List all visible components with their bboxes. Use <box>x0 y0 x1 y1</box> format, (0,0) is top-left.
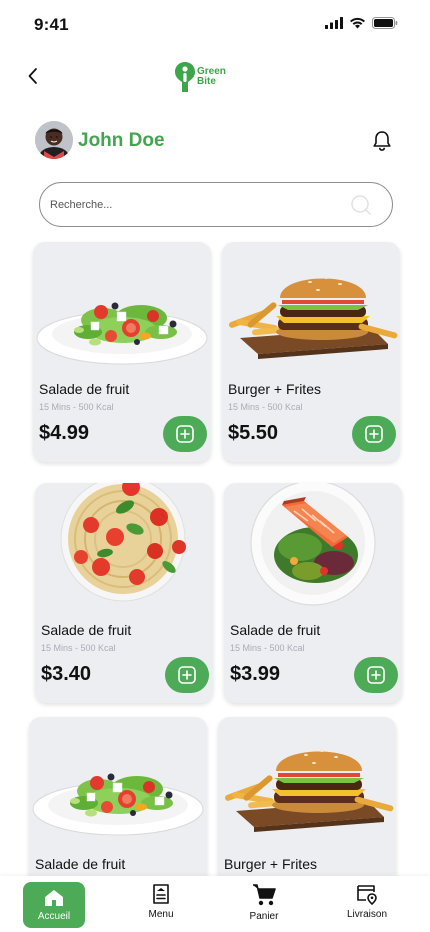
bottom-tab-bar: Accueil Menu Panier Livraison <box>0 876 430 932</box>
logo-text: Green Bite <box>197 67 226 87</box>
chevron-left-icon <box>28 68 37 84</box>
product-meta: 15 Mins - 500 Kcal <box>41 643 116 653</box>
product-card[interactable]: Salade de fruit 15 Mins - 500 Kcal $3.40 <box>35 483 213 703</box>
battery-icon <box>372 17 398 29</box>
pasta-image <box>60 483 187 602</box>
tab-label: Panier <box>249 911 279 922</box>
tab-label: Accueil <box>37 911 71 922</box>
back-button[interactable] <box>20 63 46 89</box>
product-title: Burger + Frites <box>228 381 321 397</box>
product-price: $3.40 <box>41 663 92 685</box>
add-to-cart-button[interactable] <box>352 416 396 452</box>
tab-menu[interactable]: Menu <box>130 882 192 928</box>
product-meta: 15 Mins - 500 Kcal <box>228 402 303 412</box>
logo: Green Bite <box>174 61 226 93</box>
bell-icon <box>373 131 391 151</box>
product-price: $3.99 <box>230 663 281 685</box>
signal-icon <box>325 17 343 29</box>
product-price: $5.50 <box>228 422 279 444</box>
salad-image <box>32 773 204 836</box>
tab-label: Livraison <box>346 909 388 920</box>
tab-accueil[interactable]: Accueil <box>23 882 85 928</box>
product-title: Salade de fruit <box>230 622 321 638</box>
product-title: Salade de fruit <box>41 622 132 638</box>
product-title: Salade de fruit <box>39 381 130 397</box>
product-price: $4.99 <box>39 422 90 444</box>
product-card[interactable]: Salade de fruit 15 Mins - 500 Kcal $4.99 <box>33 242 211 462</box>
search-button[interactable] <box>350 194 372 216</box>
salmon-image <box>250 483 376 606</box>
avatar[interactable] <box>35 121 73 159</box>
add-to-cart-button[interactable] <box>163 416 207 452</box>
home-icon <box>45 890 63 906</box>
top-nav: Green Bite <box>0 55 430 99</box>
status-time: 9:41 <box>34 15 69 34</box>
product-title: Burger + Frites <box>224 856 317 872</box>
menu-icon <box>153 884 169 904</box>
salad-image <box>36 302 208 365</box>
tab-label: Menu <box>148 909 174 920</box>
add-to-cart-button[interactable] <box>165 657 209 693</box>
green-bite-logo-icon <box>175 62 195 92</box>
user-row: John Doe <box>35 120 400 162</box>
add-to-cart-button[interactable] <box>354 657 398 693</box>
tab-panier[interactable]: Panier <box>233 882 295 928</box>
status-icons <box>325 17 398 29</box>
logo-line-2: Bite <box>197 76 216 87</box>
status-bar: 9:41 <box>0 0 430 50</box>
wifi-icon <box>350 17 365 29</box>
user-name: John Doe <box>78 130 165 151</box>
search-icon <box>351 195 371 215</box>
avatar-image <box>35 121 73 159</box>
plus-square-icon <box>178 666 196 684</box>
cart-icon <box>253 884 276 906</box>
search-input[interactable] <box>50 193 340 217</box>
notifications-button[interactable] <box>370 129 394 153</box>
burger-image <box>228 277 399 359</box>
plus-square-icon <box>365 425 383 443</box>
product-meta: 15 Mins - 500 Kcal <box>230 643 305 653</box>
search-bar <box>39 182 393 227</box>
product-card[interactable]: Burger + Frites 15 Mins - 500 Kcal $5.50 <box>222 242 400 462</box>
plus-square-icon <box>176 425 194 443</box>
product-title: Salade de fruit <box>35 856 126 872</box>
delivery-icon <box>357 885 377 906</box>
tab-livraison[interactable]: Livraison <box>336 882 398 928</box>
product-meta: 15 Mins - 500 Kcal <box>39 402 114 412</box>
product-card[interactable]: Salade de fruit 15 Mins - 500 Kcal $3.99 <box>224 483 402 703</box>
plus-square-icon <box>367 666 385 684</box>
burger-image <box>224 750 395 832</box>
